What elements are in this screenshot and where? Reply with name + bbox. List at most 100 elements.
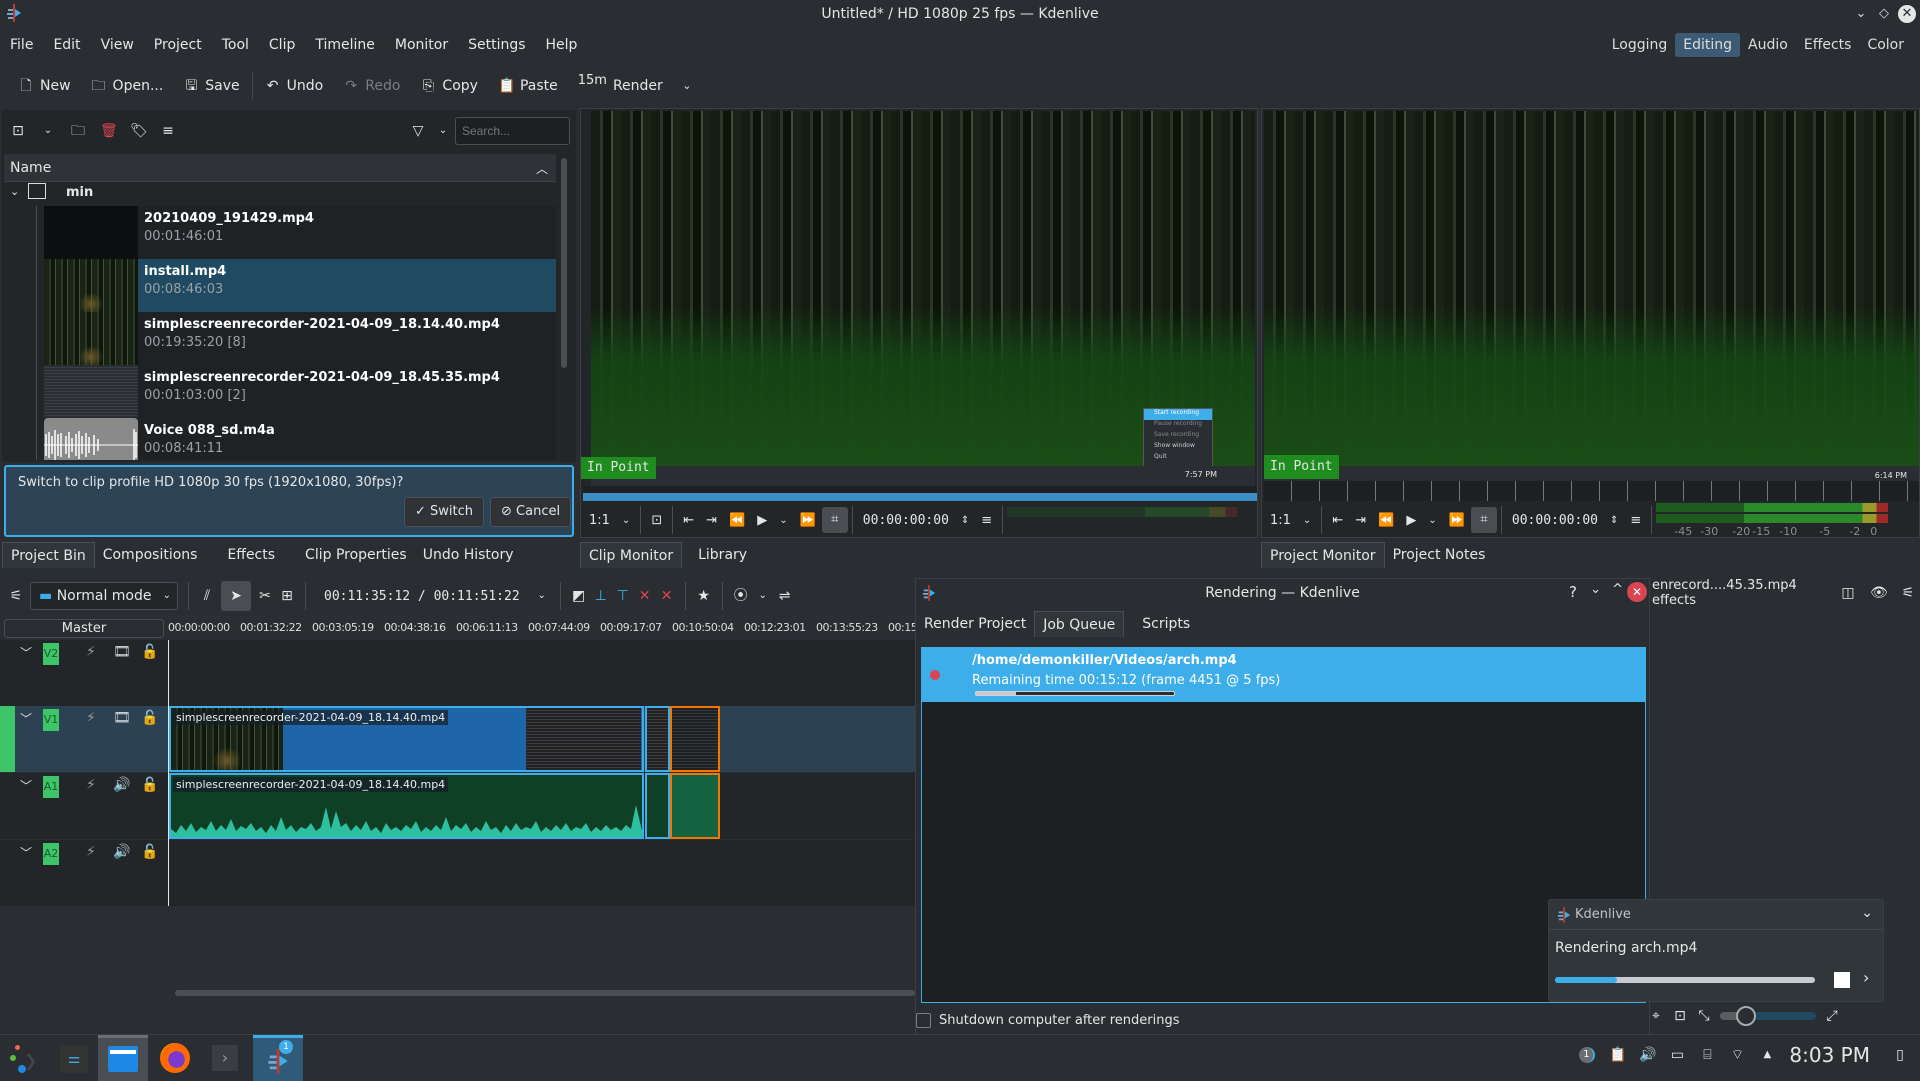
menu-edit[interactable]: Edit	[43, 32, 90, 58]
chevron-down-icon[interactable]: ﹀	[20, 777, 32, 794]
favorite-star-icon[interactable]: ★	[696, 588, 712, 604]
tab-project-monitor[interactable]: Project Monitor	[1261, 542, 1385, 568]
layout-audio[interactable]: Audio	[1740, 33, 1796, 57]
notification-counter[interactable]: 1	[1579, 1047, 1596, 1063]
bin-search-input[interactable]	[455, 117, 570, 145]
chevron-down-icon[interactable]: ⌄	[435, 123, 451, 139]
close-dialog-button[interactable]: ✕	[1627, 582, 1647, 602]
clipboard-icon[interactable]: 📋	[1609, 1047, 1626, 1063]
timeline-ruler[interactable]: 00:00:00:00 00:01:32:22 00:03:05:19 00:0…	[168, 619, 920, 639]
tab-render-project[interactable]: Render Project	[916, 611, 1034, 637]
insert-icon[interactable]: ⊥	[593, 588, 609, 604]
timeline-scrollbar[interactable]	[175, 990, 915, 996]
bin-clip-item-selected[interactable]: install.mp4 00:08:46:03	[44, 259, 556, 312]
system-clock[interactable]: 8:03 PM	[1789, 1043, 1870, 1067]
lock-icon[interactable]: 🔓	[141, 777, 158, 793]
crop-icon[interactable]: ⌗	[1470, 507, 1497, 533]
bin-scrollbar[interactable]	[561, 158, 567, 368]
clip-monitor-video[interactable]: Start recording Pause recording Save rec…	[591, 111, 1255, 486]
film-icon[interactable]: 🎞	[113, 644, 131, 660]
audio-clip-selected[interactable]	[670, 773, 720, 839]
stop-icon[interactable]	[1834, 972, 1850, 988]
hamburger-menu-icon[interactable]: ≡	[975, 513, 998, 528]
maximize-button[interactable]: ◇	[1875, 5, 1893, 23]
file-manager-icon[interactable]	[98, 1035, 148, 1081]
menu-clip[interactable]: Clip	[259, 32, 305, 58]
redo-button[interactable]: ↷ Redo	[333, 71, 410, 101]
chevron-down-icon[interactable]: ⌄	[679, 78, 695, 94]
switch-button[interactable]: ✓ Switch	[404, 497, 485, 527]
eye-icon[interactable]: 👁	[1870, 585, 1888, 601]
video-clip-selected[interactable]	[670, 706, 720, 772]
track-label[interactable]: V1	[43, 709, 59, 731]
chevron-down-icon[interactable]: ⌄	[10, 185, 19, 198]
hamburger-menu-icon[interactable]: ≡	[160, 123, 176, 139]
compare-icon[interactable]: ◫	[1840, 585, 1856, 601]
crop-icon[interactable]: ⌗	[821, 507, 848, 533]
wifi-icon[interactable]: ⌔	[1729, 1047, 1745, 1063]
menu-tool[interactable]: Tool	[212, 32, 259, 58]
zoom-slider-handle[interactable]	[1736, 1006, 1756, 1026]
tab-project-bin[interactable]: Project Bin	[2, 542, 95, 568]
tray-expand-icon[interactable]: ▲	[1759, 1047, 1775, 1063]
project-monitor-video[interactable]: 6:14 PM	[1264, 111, 1919, 488]
menu-help[interactable]: Help	[536, 32, 588, 58]
insert-clip-icon[interactable]: ⊡	[645, 513, 668, 528]
audio-clip[interactable]	[645, 773, 670, 839]
hamburger-menu-icon[interactable]: ≡	[1624, 513, 1647, 528]
cancel-button[interactable]: ⊘ Cancel	[490, 497, 572, 527]
clip-monitor-zone[interactable]	[583, 493, 1257, 501]
new-button[interactable]: 🗋 New	[8, 71, 81, 101]
set-in-icon[interactable]: ⇤	[1326, 513, 1349, 528]
effects-wand-icon[interactable]: ⚡	[86, 644, 96, 660]
razor-tool-icon[interactable]: ✂	[257, 588, 273, 604]
zoom-ratio[interactable]: 1:1	[1264, 513, 1297, 528]
paste-button[interactable]: 📋 Paste	[488, 71, 568, 101]
help-icon[interactable]: ?	[1569, 583, 1577, 601]
bin-clip-item[interactable]: simplescreenrecorder-2021-04-09_18.14.40…	[44, 312, 556, 365]
fast-forward-icon[interactable]: ⏩	[1443, 513, 1471, 528]
bin-column-header[interactable]: Name ︿	[4, 154, 556, 182]
snap-icon[interactable]: ⌖	[1648, 1008, 1664, 1024]
layout-effects[interactable]: Effects	[1796, 33, 1860, 57]
zoom-out-icon[interactable]: ⤡	[1696, 1008, 1712, 1024]
chevron-down-icon[interactable]: ⌄	[534, 588, 550, 604]
chevron-right-icon[interactable]: ›	[1863, 968, 1869, 987]
set-out-icon[interactable]: ⇥	[1349, 513, 1372, 528]
track-label[interactable]: A2	[43, 843, 59, 865]
save-button[interactable]: 🖫 Save	[173, 71, 249, 101]
chevron-down-icon[interactable]: ﹀	[20, 710, 32, 727]
track-label[interactable]: A1	[43, 776, 59, 798]
rewind-icon[interactable]: ⏪	[1372, 513, 1400, 528]
minimize-button[interactable]: ⌄	[1852, 5, 1870, 23]
selection-tool-icon[interactable]: ➤	[221, 581, 251, 611]
render-button[interactable]: 15m Render ⌄	[568, 71, 705, 101]
maximize-icon[interactable]: ^	[1612, 582, 1623, 597]
overwrite-icon[interactable]: ⊤	[615, 588, 631, 604]
settings-sliders-icon[interactable]: ⚟	[1900, 585, 1916, 601]
battery-icon[interactable]: ▭	[1669, 1047, 1685, 1063]
minimize-icon[interactable]: ⌄	[1590, 582, 1601, 597]
usb-device-icon[interactable]: ⌸	[1699, 1047, 1715, 1063]
track-label[interactable]: V2	[43, 643, 59, 665]
set-in-icon[interactable]: ⇤	[677, 513, 700, 528]
tab-library[interactable]: Library	[682, 542, 763, 568]
lock-icon[interactable]: 🔓	[141, 844, 158, 860]
lock-icon[interactable]: 🔓	[141, 644, 158, 660]
layout-logging[interactable]: Logging	[1604, 33, 1676, 57]
folder-row[interactable]: ⌄ min	[4, 182, 556, 206]
chevron-down-icon[interactable]: ﹀	[20, 844, 32, 861]
shutdown-checkbox[interactable]	[916, 1013, 931, 1028]
speaker-icon[interactable]: 🔊	[113, 844, 130, 860]
play-icon[interactable]: ▶	[1400, 513, 1422, 528]
open-button[interactable]: 🗀 Open...	[81, 71, 174, 101]
slip-tool-icon[interactable]: ⊞	[279, 588, 295, 604]
filter-icon[interactable]: ▽	[410, 123, 426, 139]
effects-wand-icon[interactable]: ⚡	[86, 844, 96, 860]
edit-mode-select[interactable]: ▬ Normal mode ⌄	[30, 582, 178, 610]
film-icon[interactable]: 🎞	[113, 710, 131, 726]
close-window-button[interactable]: ✕	[1898, 5, 1916, 23]
spin-arrows-icon[interactable]: ⇕	[955, 515, 975, 526]
tab-effects[interactable]: Effects	[205, 542, 297, 568]
zoom-ratio[interactable]: 1:1	[583, 513, 616, 528]
